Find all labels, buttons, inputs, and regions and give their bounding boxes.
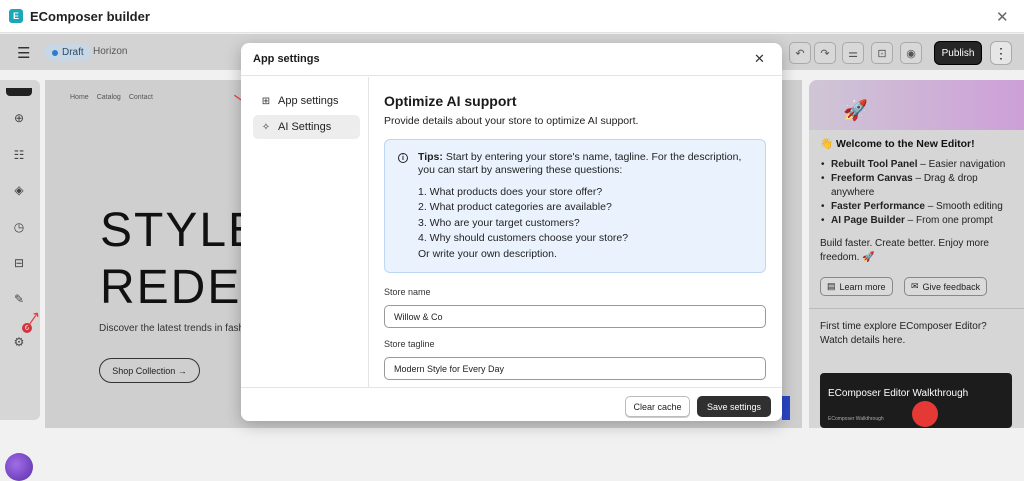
tips-questions: 1. What products does your store offer? …: [418, 185, 628, 246]
panel-divider: [809, 308, 1024, 309]
store-nav: Home Catalog Contact: [70, 94, 153, 101]
sidebar-item-app-settings[interactable]: ⊞ App settings: [253, 89, 360, 113]
feature-item: Freeform Canvas – Drag & drop anywhere: [821, 172, 1016, 200]
store-name-label: Store name: [384, 287, 431, 297]
tips-question: 1. What products does your store offer?: [418, 186, 603, 198]
window-title: EComposer builder: [30, 9, 150, 24]
window-close-icon[interactable]: ✕: [996, 8, 1009, 26]
theme-name[interactable]: Horizon: [93, 46, 127, 57]
video-title: EComposer Editor Walkthrough: [828, 388, 969, 399]
play-icon[interactable]: [912, 401, 938, 427]
panel-banner: [809, 80, 1024, 130]
modal-sidebar: ⊞ App settings ✧ AI Settings: [241, 77, 369, 387]
preview-eye-icon[interactable]: ◉: [900, 42, 922, 64]
learn-more-label: Learn more: [839, 281, 886, 292]
app-logo-icon: E: [9, 9, 23, 23]
app-settings-modal: App settings ✕ ⊞ App settings ✧ AI Setti…: [241, 43, 782, 421]
draft-label: Draft: [62, 47, 84, 58]
video-subtitle: EComposer Walkthrough: [828, 416, 884, 422]
whats-new-panel: 🚀 👋 Welcome to the New Editor! Rebuilt T…: [809, 80, 1024, 428]
modal-title: App settings: [253, 53, 320, 65]
tips-question: 3. Who are your target customers?: [418, 216, 580, 229]
ai-review-icon[interactable]: ⊡: [871, 42, 893, 64]
nav-home[interactable]: Home: [70, 94, 89, 101]
shop-collection-button[interactable]: Shop Collection →: [99, 358, 200, 383]
feature-item: Faster Performance – Smooth editing: [821, 200, 1016, 214]
modal-close-icon[interactable]: ✕: [754, 51, 765, 67]
modal-header: App settings ✕: [241, 43, 782, 76]
sidebar-item-label: App settings: [278, 95, 339, 107]
feature-item: AI Page Builder – From one prompt: [821, 214, 1016, 228]
undo-icon[interactable]: ↶: [789, 42, 811, 64]
panel-tagline: Build faster. Create better. Enjoy more …: [820, 238, 989, 263]
sparkle-icon: ✧: [261, 121, 271, 133]
section-heading: Optimize AI support: [384, 93, 517, 109]
publish-button[interactable]: Publish: [934, 41, 982, 65]
save-settings-button[interactable]: Save settings: [697, 396, 771, 417]
nav-catalog[interactable]: Catalog: [97, 94, 121, 101]
window-titlebar: E EComposer builder ✕: [0, 0, 1024, 33]
clear-cache-button[interactable]: Clear cache: [625, 396, 690, 417]
layers-icon[interactable]: ◈: [11, 182, 27, 198]
feature-list: Rebuilt Tool Panel – Easier navigation F…: [821, 158, 1016, 228]
store-name-input[interactable]: Willow & Co: [384, 305, 766, 328]
tips-own-description: Or write your own description.: [418, 248, 557, 260]
info-icon: i: [398, 153, 408, 163]
brush-icon[interactable]: ✎: [11, 291, 27, 307]
ai-settings-content: Optimize AI support Provide details abou…: [370, 77, 782, 387]
user-avatar[interactable]: [5, 453, 33, 481]
tips-body: Start by entering your store's name, tag…: [418, 151, 742, 176]
section-subheading: Provide details about your store to opti…: [384, 115, 639, 127]
give-feedback-button[interactable]: ✉ Give feedback: [904, 277, 988, 296]
left-toolbar: ⊕ ☷ ◈ ◷ ⊟ 6 ✎ ⚙: [0, 80, 40, 481]
status-dot: [52, 49, 58, 56]
hamburger-menu-icon[interactable]: ☰: [17, 44, 30, 62]
give-feedback-label: Give feedback: [922, 281, 981, 292]
rocket-icon: 🚀: [843, 100, 868, 122]
add-element-icon[interactable]: ⊕: [11, 110, 27, 126]
settings-gear-icon[interactable]: ⚙: [11, 334, 27, 350]
learn-more-button[interactable]: ▤ Learn more: [820, 277, 893, 296]
redo-icon[interactable]: ↷: [814, 42, 836, 64]
book-icon: ▤: [827, 281, 836, 291]
modal-footer: Clear cache Save settings: [241, 387, 782, 421]
sliders-icon[interactable]: ⚌: [842, 42, 864, 64]
more-options-icon[interactable]: ⋮: [990, 41, 1012, 65]
sidebar-item-label: AI Settings: [278, 121, 332, 133]
tips-question: 4. Why should customers choose your stor…: [418, 231, 629, 244]
feature-item: Rebuilt Tool Panel – Easier navigation: [821, 158, 1016, 172]
store-tagline-input[interactable]: Modern Style for Every Day: [384, 357, 766, 380]
toolbar-handle: [6, 88, 32, 96]
tips-label: Tips:: [418, 151, 443, 163]
sidebar-item-ai-settings[interactable]: ✧ AI Settings: [253, 115, 360, 139]
tips-box: i Tips: Start by entering your store's n…: [384, 139, 766, 273]
tips-question: 2. What product categories are available…: [418, 201, 612, 214]
first-time-text: First time explore EComposer Editor? Wat…: [820, 321, 987, 346]
store-tagline-label: Store tagline: [384, 339, 435, 349]
grid-icon: ⊞: [261, 95, 271, 107]
history-clock-icon[interactable]: ◷: [11, 219, 27, 235]
welcome-heading: 👋 Welcome to the New Editor!: [820, 138, 975, 150]
chat-icon[interactable]: ⊟: [11, 255, 27, 271]
sections-icon[interactable]: ☷: [11, 147, 27, 163]
feedback-icon: ✉: [911, 281, 919, 291]
tips-text: Tips: Start by entering your store's nam…: [418, 151, 758, 177]
draft-status-badge: Draft: [44, 44, 92, 61]
nav-contact[interactable]: Contact: [129, 94, 153, 101]
canvas-blue-element: [782, 396, 790, 420]
hero-description: Discover the latest trends in fash: [99, 323, 245, 334]
walkthrough-video-thumbnail[interactable]: EComposer Editor Walkthrough EComposer W…: [820, 373, 1012, 428]
